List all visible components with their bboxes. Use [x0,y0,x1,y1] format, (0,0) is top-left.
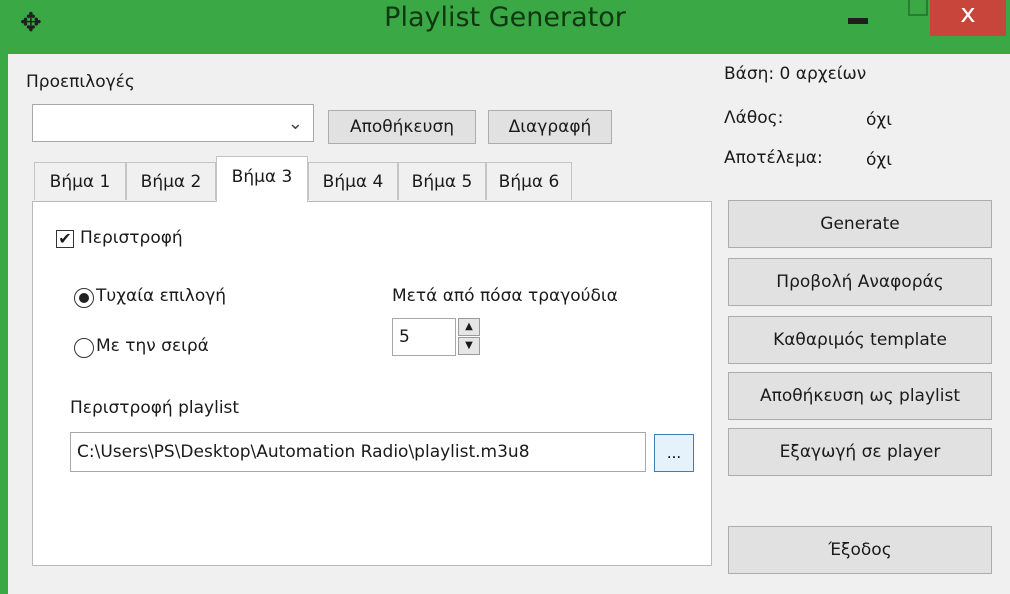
close-icon: x [960,0,976,29]
presets-combo[interactable]: ⌄ [32,104,314,142]
after-songs-input[interactable]: 5 [392,318,456,356]
step-3-panel [32,201,712,566]
spin-up-icon[interactable]: ▲ [458,318,480,336]
spin-down-icon[interactable]: ▼ [458,337,480,355]
result-label: Αποτέλεμα: [724,148,823,168]
app-window: ✥ Playlist Generator x Προεπιλογές ⌄ Απο… [0,0,1010,594]
error-value: όχι [866,110,892,130]
rotation-checkbox[interactable]: ✔ [56,230,74,248]
clear-template-button[interactable]: Καθαριμός template [728,316,992,364]
view-report-button[interactable]: Προβολή Αναφοράς [728,258,992,306]
close-button[interactable]: x [930,0,1006,36]
order-radio[interactable] [74,338,94,358]
delete-preset-button[interactable]: Διαγραφή [488,110,612,144]
browse-button[interactable]: ... [654,434,694,472]
export-player-button[interactable]: Εξαγωγή σε player [728,428,992,476]
after-songs-stepper: ▲ ▼ [458,318,480,356]
tab-step-6[interactable]: Βήμα 6 [486,162,572,200]
tab-step-1[interactable]: Βήμα 1 [34,162,126,200]
result-value: όχι [866,150,892,170]
tab-step-3[interactable]: Βήμα 3 [216,156,308,202]
after-songs-label: Μετά από πόσα τραγούδια [392,286,618,306]
presets-label: Προεπιλογές [26,72,135,92]
playlist-label: Περιστροφή playlist [70,398,240,418]
minimize-button[interactable] [836,0,884,36]
random-radio[interactable] [74,288,94,308]
tab-step-2[interactable]: Βήμα 2 [126,162,216,200]
window-border [0,0,8,594]
tab-step-4[interactable]: Βήμα 4 [308,162,398,200]
playlist-path-field[interactable]: C:\Users\PS\Desktop\Automation Radio\pla… [70,432,646,472]
random-label: Τυχαία επιλογή [96,286,227,306]
title-bar[interactable]: ✥ Playlist Generator x [0,0,1010,54]
chevron-down-icon[interactable]: ⌄ [288,113,303,134]
maximize-button[interactable] [900,0,930,36]
save-as-playlist-button[interactable]: Αποθήκευση ως playlist [728,372,992,420]
error-label: Λάθος: [724,108,784,128]
exit-button[interactable]: Έξοδος [728,526,992,574]
order-label: Με την σειρά [96,336,209,356]
base-status: Βάση: 0 αρχείων [724,64,867,84]
generate-button[interactable]: Generate [728,200,992,248]
save-preset-button[interactable]: Αποθήκευση [328,110,476,144]
tab-step-5[interactable]: Βήμα 5 [398,162,486,200]
rotation-label: Περιστροφή [80,228,183,248]
